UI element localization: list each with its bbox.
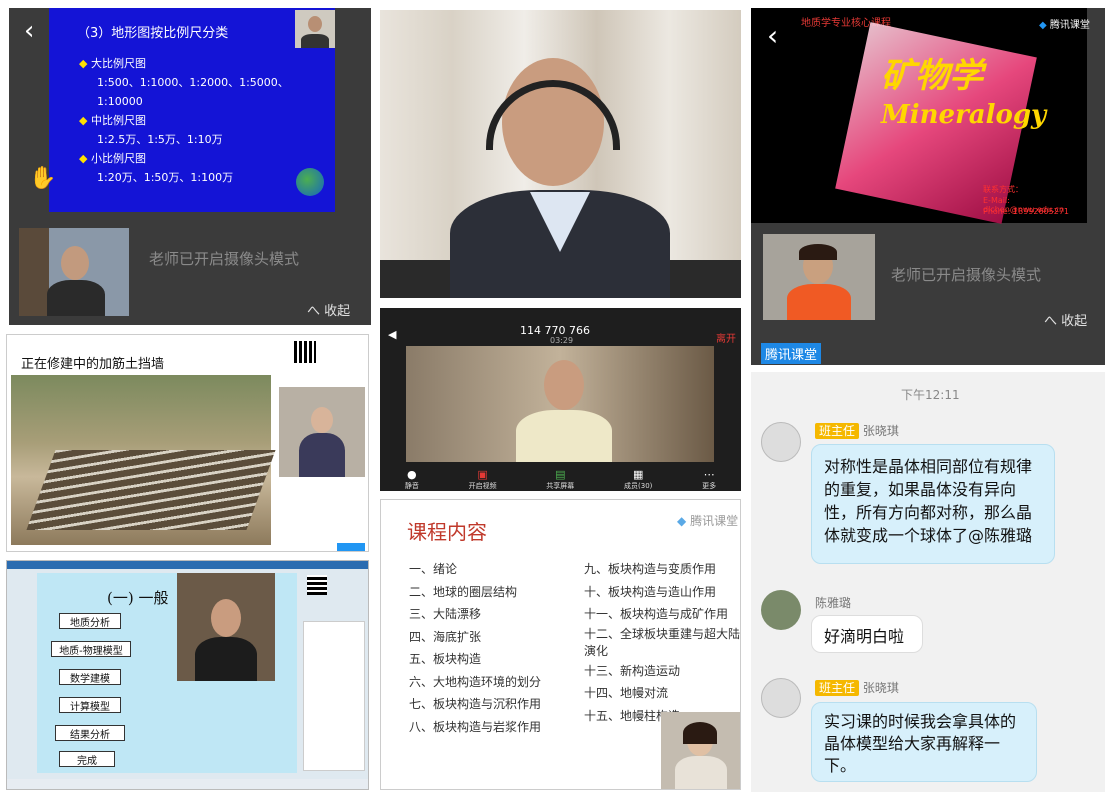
avatar <box>761 678 801 718</box>
tile-map-scale-lecture: （3）地形图按比例尺分类 ◆ 大比例尺图 1:500、1:1000、1:2000… <box>9 8 371 325</box>
back-chevron-icon[interactable]: ‹ <box>24 18 34 44</box>
course-item: 十四、地幔对流 <box>584 686 669 700</box>
qr-code <box>307 575 327 595</box>
bullet-large-scale: ◆ 大比例尺图 <box>79 57 146 70</box>
window-titlebar <box>7 561 368 569</box>
mineralogy-slide: 地质学专业核心课程 矿物学 Mineralogy 联系方式： E-Mail: d… <box>751 8 1087 224</box>
chat-message[interactable]: 好滴明白啦 <box>811 615 923 653</box>
brand-logo: ◆ 腾讯课堂 <box>677 514 739 528</box>
brand-logo: ◆ 腾讯课堂 <box>1039 20 1090 31</box>
camera-mode-notice: 老师已开启摄像头模式 <box>891 266 1042 284</box>
bullet-small-scale: ◆ 小比例尺图 <box>79 152 146 165</box>
camera-mode-notice: 老师已开启摄像头模式 <box>149 250 300 268</box>
medium-scale-values: 1:2.5万、1:5万、1:10万 <box>97 133 223 146</box>
teacher-camera <box>763 234 875 320</box>
members-button[interactable]: ▦ 成员(30) <box>624 468 652 491</box>
title-chinese: 矿物学 <box>881 56 983 96</box>
course-item: 十一、板块构造与成矿作用 <box>584 607 729 621</box>
course-item: 十三、新构造运动 <box>584 663 681 678</box>
tile-modeling-flowchart: (一) 一般 地质分析 地质-物理模型 数学建模 计算模型 结果分析 完成 <box>6 560 369 790</box>
collapse-button[interactable]: へ 收起 <box>307 300 350 319</box>
chat-timestamp: 下午12:11 <box>901 388 960 402</box>
slide-area: （3）地形图按比例尺分类 ◆ 大比例尺图 1:500、1:1000、1:2000… <box>49 8 335 212</box>
role-tag: 班主任 <box>815 680 860 696</box>
flow-step-done: 完成 <box>59 751 115 767</box>
tile-retaining-wall: 正在修建中的加筋土挡墙 <box>6 334 369 552</box>
construction-photo <box>11 375 276 545</box>
course-item: 七、板块构造与沉积作用 <box>409 697 542 711</box>
slide-title: （3）地形图按比例尺分类 <box>77 26 229 41</box>
teacher-thumbnail <box>295 10 335 48</box>
contact-phone: Phone: 18992605271 <box>983 207 1070 216</box>
course-item: 一、绪论 <box>409 562 458 576</box>
sender-header: 班主任 张晓琪 <box>815 422 899 439</box>
role-tag: 班主任 <box>815 423 860 439</box>
headphones-icon <box>486 80 620 150</box>
sender-name: 张晓琪 <box>862 424 899 438</box>
bullet-medium-scale: ◆ 中比例尺图 <box>79 114 146 127</box>
course-item: 五、板块构造 <box>409 652 482 666</box>
sender-name: 张晓琪 <box>862 681 899 695</box>
contact-label: 联系方式： <box>983 185 1023 194</box>
participant-video <box>406 346 714 462</box>
teacher-webcam <box>661 712 740 789</box>
course-item: 二、地球的圈层结构 <box>409 584 518 599</box>
globe-icon <box>296 168 324 196</box>
chat-message[interactable]: 对称性是晶体相同部位有规律的重复，如果晶体没有异向性，所有方向都对称，那么晶体就… <box>811 444 1055 564</box>
course-item: 九、板块构造与变质作用 <box>584 562 717 576</box>
course-item: 四、海底扩张 <box>409 629 482 644</box>
qr-code <box>294 341 316 363</box>
slide-title: 正在修建中的加筋土挡墙 <box>21 357 165 372</box>
flow-step-geology: 地质分析 <box>59 613 121 629</box>
tile-video-conference: 114 770 766 03:29 离开 ◀ ● 静音 ▣ 开启视频 ▤ 共享屏幕 ▦… <box>380 308 741 491</box>
back-chevron-icon[interactable]: ‹ <box>767 22 778 50</box>
sender-name: 陈雅璐 <box>815 596 852 610</box>
send-button[interactable] <box>337 543 365 551</box>
tile-teacher-webcam <box>380 10 741 298</box>
meeting-toolbar: ● 静音 ▣ 开启视频 ▤ 共享屏幕 ▦ 成员(30) ⋯ 更多 <box>380 463 741 491</box>
tencent-classroom-badge: 腾讯课堂 <box>761 343 822 364</box>
share-screen-button[interactable]: ▤ 共享屏幕 <box>546 468 574 491</box>
chat-message[interactable]: 实习课的时候我会拿具体的晶体模型给大家再解释一下。 <box>811 702 1037 782</box>
course-item: 三、大陆漂移 <box>409 607 482 621</box>
avatar <box>761 422 801 462</box>
teacher-webcam <box>177 573 275 681</box>
speaker-icon[interactable]: ◀ <box>388 328 396 341</box>
members-icon: ▦ <box>633 468 644 481</box>
start-video-button[interactable]: ▣ 开启视频 <box>469 468 497 491</box>
windows-taskbar <box>7 779 368 789</box>
sender-header: 班主任 张晓琪 <box>815 679 899 696</box>
tile-course-contents: 课程内容 ◆ 腾讯课堂 一、绪论 二、地球的圈层结构 三、大陆漂移 四、海底扩张… <box>380 499 741 790</box>
flow-step-physical-model: 地质-物理模型 <box>51 641 131 657</box>
course-item: 八、板块构造与岩浆作用 <box>409 719 542 734</box>
tile-chat: 下午12:11 班主任 张晓琪 对称性是晶体相同部位有规律的重复，如果晶体没有异… <box>751 372 1105 792</box>
leave-button[interactable]: 离开 <box>716 330 736 345</box>
more-icon: ⋯ <box>703 468 715 481</box>
course-item: 十二、全球板块重建与超大陆演化 <box>584 626 741 658</box>
more-button[interactable]: ⋯ 更多 <box>702 468 716 491</box>
tile-mineralogy: 地质学专业核心课程 矿物学 Mineralogy 联系方式： E-Mail: d… <box>751 8 1105 365</box>
chat-panel <box>303 621 365 771</box>
microphone-icon: ● <box>407 468 417 481</box>
flow-step-compute-model: 计算模型 <box>59 697 121 713</box>
small-scale-values: 1:20万、1:50万、1:100万 <box>97 171 234 184</box>
meeting-timer: 03:29 <box>550 336 574 345</box>
raise-hand-icon[interactable]: ✋ <box>29 166 56 191</box>
mute-button[interactable]: ● 静音 <box>405 468 419 491</box>
teacher-camera <box>19 228 129 316</box>
course-title: 课程内容 <box>407 520 487 544</box>
collapse-button[interactable]: へ 收起 <box>1044 310 1087 329</box>
title-english: Mineralogy <box>881 100 1047 130</box>
student-webcam <box>279 387 365 477</box>
share-screen-icon: ▤ <box>555 468 566 481</box>
camera-off-icon: ▣ <box>477 468 488 481</box>
slide-title: (一) 一般 <box>107 589 169 607</box>
course-item: 十、板块构造与造山作用 <box>584 584 717 599</box>
flow-step-math-model: 数学建模 <box>59 669 121 685</box>
large-scale-values: 1:500、1:1000、1:2000、1:5000、1:10000 <box>97 76 289 108</box>
flow-step-result-analysis: 结果分析 <box>55 725 125 741</box>
avatar <box>761 590 801 630</box>
course-item: 六、大地构造环境的划分 <box>409 674 542 689</box>
